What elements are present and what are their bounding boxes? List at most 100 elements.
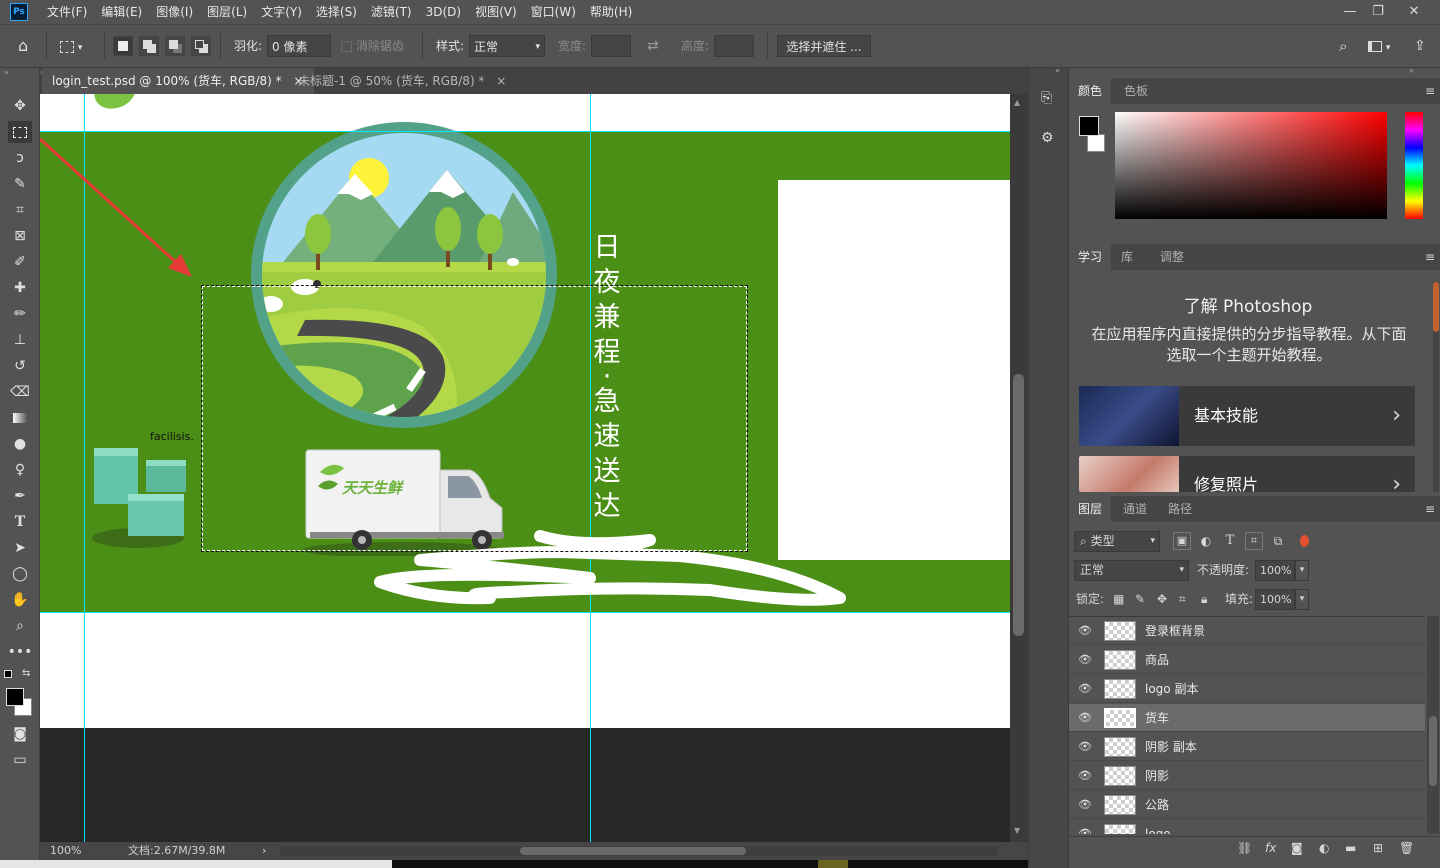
zoom-level[interactable]: 100%	[50, 842, 81, 860]
layer-row[interactable]: 👁︎ 阴影	[1069, 762, 1425, 790]
hand-tool-icon[interactable]: ✋	[8, 589, 32, 611]
add-selection-button[interactable]	[139, 36, 159, 56]
menu-window[interactable]: 窗口(W)	[524, 0, 583, 24]
mask-icon[interactable]: ◙	[1291, 841, 1303, 855]
rect-marquee-tool-icon[interactable]	[8, 121, 32, 143]
eye-icon[interactable]: 👁︎	[1078, 712, 1092, 723]
layers-scrollbar[interactable]	[1427, 616, 1439, 834]
filter-type-icon[interactable]: T	[1221, 532, 1239, 550]
menu-edit[interactable]: 编辑(E)	[94, 0, 149, 24]
gradient-tool-icon[interactable]	[8, 407, 32, 429]
lasso-tool-icon[interactable]: ↄ	[8, 147, 32, 169]
lock-pixels-icon[interactable]: ✎	[1135, 589, 1145, 610]
foreground-color-swatch[interactable]	[1079, 116, 1099, 136]
history-panel-icon[interactable]: ⎘	[1041, 90, 1052, 106]
menu-file[interactable]: 文件(F)	[40, 0, 94, 24]
scroll-thumb[interactable]	[1429, 716, 1437, 786]
filter-toggle-icon[interactable]	[1300, 535, 1309, 547]
layer-row[interactable]: 👁︎ 公路	[1069, 791, 1425, 819]
crop-tool-icon[interactable]: ⌗	[8, 199, 32, 221]
foreground-color-swatch[interactable]	[6, 688, 24, 706]
canvas-area[interactable]: facilisis. 天天生鲜 日 夜 兼 程 · 急 速 送 达	[40, 94, 1010, 842]
eye-icon[interactable]: 👁︎	[1078, 741, 1092, 752]
home-icon[interactable]: ⌂	[18, 35, 28, 57]
trash-icon[interactable]: 🗑︎	[1399, 841, 1414, 855]
hue-slider[interactable]	[1405, 112, 1423, 219]
subtract-selection-button[interactable]	[165, 36, 185, 56]
screen-mode-icon[interactable]: ▭	[8, 749, 32, 771]
style-select[interactable]: 正常 ▾	[469, 35, 545, 57]
fx-icon[interactable]: fx	[1265, 841, 1276, 855]
eye-icon[interactable]: 👁︎	[1078, 770, 1092, 781]
search-icon[interactable]: ⌕	[1339, 35, 1347, 57]
filter-shape-icon[interactable]: ⌗	[1245, 532, 1263, 550]
chevron-down-icon[interactable]: ▾	[1295, 589, 1309, 610]
adjustment-icon[interactable]: ◐	[1319, 841, 1329, 855]
lock-position-icon[interactable]: ✥	[1157, 589, 1167, 610]
scroll-down-icon[interactable]: ▼	[1014, 826, 1020, 835]
eraser-tool-icon[interactable]: ⌫	[8, 381, 32, 403]
tab-layers[interactable]: 图层	[1069, 496, 1112, 522]
stamp-tool-icon[interactable]: ⊥	[8, 329, 32, 351]
tab-paths[interactable]: 路径	[1159, 496, 1201, 522]
blur-tool-icon[interactable]: ●	[8, 433, 32, 455]
menu-view[interactable]: 视图(V)	[468, 0, 524, 24]
tab-color[interactable]: 颜色	[1069, 78, 1112, 104]
close-window-button[interactable]: ✕	[1396, 0, 1432, 22]
eye-icon[interactable]: 👁︎	[1078, 828, 1092, 834]
properties-panel-icon[interactable]: ⚙	[1041, 130, 1054, 146]
marquee-selection[interactable]	[201, 285, 748, 552]
tab-login-test[interactable]: login_test.psd @ 100% (货车, RGB/8) * ×	[42, 68, 314, 94]
lock-transparency-icon[interactable]: ▦	[1113, 589, 1124, 610]
new-layer-icon[interactable]: ⊞	[1373, 841, 1383, 855]
path-select-tool-icon[interactable]: ➤	[8, 537, 32, 559]
chevron-right-icon[interactable]: ›	[262, 842, 266, 860]
group-icon[interactable]: ▬	[1345, 841, 1356, 855]
brush-tool-icon[interactable]: ✏	[8, 303, 32, 325]
move-tool-icon[interactable]: ✥	[8, 95, 32, 117]
select-and-mask-button[interactable]: 选择并遮住 ...	[777, 35, 871, 57]
panel-menu-icon[interactable]: ≡	[1425, 244, 1435, 270]
tab-untitled-1[interactable]: 未标题-1 @ 50% (货车, RGB/8) * ×	[288, 68, 516, 94]
eye-icon[interactable]: 👁︎	[1078, 683, 1092, 694]
menu-filter[interactable]: 滤镜(T)	[364, 0, 419, 24]
scroll-thumb[interactable]	[1433, 282, 1439, 332]
tab-learn[interactable]: 学习	[1069, 244, 1112, 270]
width-input[interactable]	[591, 35, 631, 57]
dodge-tool-icon[interactable]: ♀	[8, 459, 32, 481]
collapse-icon[interactable]: «	[1055, 66, 1060, 75]
filter-smart-object-icon[interactable]: ⧉	[1269, 532, 1287, 550]
layer-row[interactable]: 👁︎ 商品	[1069, 646, 1425, 674]
collapse-icon[interactable]: »	[4, 68, 9, 77]
restore-button[interactable]: ❐	[1360, 0, 1396, 22]
blend-mode-select[interactable]: 正常 ▾	[1074, 560, 1189, 581]
tab-channels[interactable]: 通道	[1114, 496, 1156, 522]
link-icon[interactable]: ⛓︎	[1237, 841, 1252, 855]
feather-input[interactable]: 0 像素	[267, 35, 331, 57]
scroll-thumb[interactable]	[1013, 374, 1024, 636]
menu-help[interactable]: 帮助(H)	[583, 0, 639, 24]
layer-filter-select[interactable]: ⌕ 类型 ▾	[1074, 531, 1160, 552]
scroll-thumb[interactable]	[520, 847, 746, 855]
height-input[interactable]	[714, 35, 754, 57]
default-colors-icon[interactable]	[4, 670, 12, 678]
pen-tool-icon[interactable]: ✒	[8, 485, 32, 507]
layer-row[interactable]: 👁︎ 货车	[1069, 704, 1425, 732]
history-brush-tool-icon[interactable]: ↺	[8, 355, 32, 377]
eyedropper-tool-icon[interactable]: ✐	[8, 251, 32, 273]
intersect-selection-button[interactable]	[191, 36, 211, 56]
layer-row[interactable]: 👁︎ 登录框背景	[1069, 617, 1425, 645]
vertical-scrollbar[interactable]: ▲ ▼	[1010, 94, 1028, 842]
color-field[interactable]	[1115, 112, 1387, 219]
close-tab-icon[interactable]: ×	[496, 74, 506, 88]
learn-scrollbar[interactable]	[1433, 282, 1439, 492]
filter-pixel-icon[interactable]: ▣	[1173, 532, 1191, 550]
menu-3d[interactable]: 3D(D)	[419, 0, 468, 24]
menu-layer[interactable]: 图层(L)	[200, 0, 254, 24]
chevron-down-icon[interactable]: ▾	[1295, 560, 1309, 581]
opacity-input[interactable]: 100%	[1255, 560, 1295, 581]
learn-card-basic-skills[interactable]: 基本技能 ›	[1079, 386, 1415, 446]
antialias-checkbox[interactable]: 消除锯齿	[341, 35, 404, 57]
menu-select[interactable]: 选择(S)	[309, 0, 364, 24]
learn-card-photo-repair[interactable]: 修复照片 ›	[1079, 456, 1415, 492]
